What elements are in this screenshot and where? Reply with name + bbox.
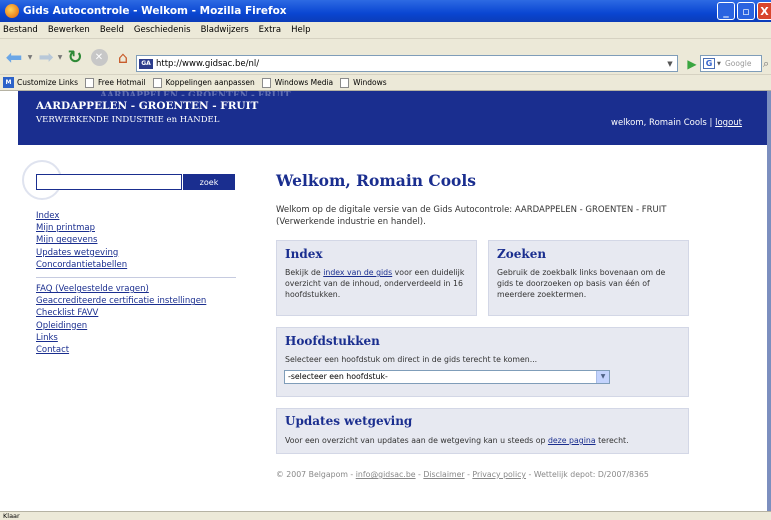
- site-title: AARDAPPELEN - GROENTEN - FRUIT: [36, 100, 259, 112]
- search-button[interactable]: zoek: [183, 174, 235, 190]
- sidebar-item-checklist[interactable]: Checklist FAVV: [36, 307, 256, 319]
- page-footer: © 2007 Belgapom - info@gidsac.be - Discl…: [276, 470, 649, 479]
- msn-icon: M: [3, 77, 14, 88]
- window-title: Gids Autocontrole - Welkom - Mozilla Fir…: [23, 5, 287, 17]
- forward-arrow-icon[interactable]: ➡: [36, 46, 56, 68]
- menu-bewerken[interactable]: Bewerken: [48, 25, 90, 35]
- index-panel-text: Bekijk de index van de gids voor een dui…: [285, 268, 465, 299]
- search-bar-placeholder: Google: [725, 59, 752, 68]
- welcome-user: welkom, Romain Cools | logout: [611, 118, 742, 128]
- address-dropdown-icon[interactable]: ▼: [663, 60, 677, 68]
- chapter-select[interactable]: -selecteer een hoofdstuk- ▼: [284, 370, 610, 384]
- site-subtitle: VERWERKENDE INDUSTRIE en HANDEL: [36, 115, 220, 125]
- bookmarks-toolbar: M Customize Links Free Hotmail Koppelinge…: [0, 75, 771, 91]
- sidebar-nav: Index Mijn printmap Mijn gegevens Update…: [36, 210, 256, 356]
- search-input[interactable]: [36, 174, 182, 190]
- back-arrow-icon[interactable]: ⬅: [2, 45, 26, 69]
- footer-email-link[interactable]: info@gidsac.be: [356, 470, 416, 479]
- navigation-toolbar: ⬅ ▼ ➡ ▼ ↻ ✕ ⌂ GA http://www.gidsac.be/nl…: [0, 39, 771, 75]
- window-titlebar: Gids Autocontrole - Welkom - Mozilla Fir…: [0, 0, 771, 22]
- address-url[interactable]: http://www.gidsac.be/nl/: [156, 59, 663, 69]
- bookmark-customize-links[interactable]: M Customize Links: [3, 77, 78, 88]
- menu-geschiedenis[interactable]: Geschiedenis: [134, 25, 191, 35]
- bookmark-windows[interactable]: Windows: [340, 77, 387, 88]
- reload-icon[interactable]: ↻: [64, 46, 86, 68]
- address-bar[interactable]: GA http://www.gidsac.be/nl/ ▼: [136, 55, 678, 72]
- status-bar: Klaar: [0, 511, 771, 520]
- index-panel: Index Bekijk de index van de gids voor e…: [276, 240, 477, 316]
- site-header: AARDAPPELEN - GROENTEN - FRUIT AARDAPPEL…: [18, 91, 767, 145]
- sidebar-item-printmap[interactable]: Mijn printmap: [36, 222, 256, 234]
- sidebar-item-updates[interactable]: Updates wetgeving: [36, 247, 256, 259]
- header-ghost-text: AARDAPPELEN - GROENTEN - FRUIT: [100, 91, 291, 96]
- sidebar-item-gegevens[interactable]: Mijn gegevens: [36, 234, 256, 246]
- updates-link[interactable]: deze pagina: [548, 436, 596, 445]
- hoofdstukken-panel-text: Selecteer een hoofdstuk om direct in de …: [285, 355, 538, 364]
- sidebar-item-contact[interactable]: Contact: [36, 344, 256, 356]
- hoofdstukken-panel: Hoofdstukken Selecteer een hoofdstuk om …: [276, 327, 689, 397]
- search-engine-dropdown-icon[interactable]: ▼: [717, 61, 723, 67]
- updates-panel-title: Updates wetgeving: [285, 414, 413, 428]
- home-icon[interactable]: ⌂: [112, 46, 134, 68]
- sidebar-item-index[interactable]: Index: [36, 210, 256, 222]
- page-icon: [261, 77, 271, 88]
- magnifier-icon[interactable]: ⌕: [763, 57, 769, 71]
- bookmark-koppelingen[interactable]: Koppelingen aanpassen: [152, 77, 255, 88]
- zoeken-panel: Zoeken Gebruik de zoekbalk links bovenaa…: [488, 240, 689, 316]
- hoofdstukken-panel-title: Hoofdstukken: [285, 334, 380, 348]
- page-icon: [152, 77, 162, 88]
- close-button[interactable]: X: [757, 2, 771, 20]
- maximize-button[interactable]: ▫: [737, 2, 755, 20]
- minimize-button[interactable]: _: [717, 2, 735, 20]
- menu-beeld[interactable]: Beeld: [100, 25, 124, 35]
- sidebar-item-faq[interactable]: FAQ (Veelgestelde vragen): [36, 283, 256, 295]
- menu-bladwijzers[interactable]: Bladwijzers: [201, 25, 249, 35]
- sidebar-item-certificatie[interactable]: Geaccrediteerde certificatie instellinge…: [36, 295, 256, 307]
- firefox-icon: [5, 4, 19, 18]
- menu-extra[interactable]: Extra: [259, 25, 281, 35]
- zoeken-panel-text: Gebruik de zoekbalk links bovenaan om de…: [497, 268, 666, 299]
- sidebar-divider: [36, 277, 236, 279]
- logout-link[interactable]: logout: [715, 118, 742, 128]
- page-title: Welkom, Romain Cools: [276, 171, 477, 190]
- sidebar-item-opleidingen[interactable]: Opleidingen: [36, 320, 256, 332]
- bookmark-windows-media[interactable]: Windows Media: [261, 77, 333, 88]
- go-arrow-icon[interactable]: ▶: [684, 55, 700, 72]
- footer-privacy-link[interactable]: Privacy policy: [472, 470, 526, 479]
- back-history-dropdown-icon[interactable]: ▼: [26, 46, 34, 68]
- forward-history-dropdown-icon[interactable]: ▼: [56, 46, 64, 68]
- menu-bestand[interactable]: Bestand: [3, 25, 38, 35]
- site-favicon-icon: GA: [139, 58, 153, 69]
- stop-icon[interactable]: ✕: [88, 46, 110, 68]
- bookmark-free-hotmail[interactable]: Free Hotmail: [85, 77, 146, 88]
- footer-disclaimer-link[interactable]: Disclaimer: [423, 470, 464, 479]
- updates-panel-text: Voor een overzicht van updates aan de we…: [285, 436, 629, 445]
- menu-bar: Bestand Bewerken Beeld Geschiedenis Blad…: [0, 22, 771, 39]
- chevron-down-icon[interactable]: ▼: [596, 371, 609, 383]
- page-icon: [340, 77, 350, 88]
- intro-text: Welkom op de digitale versie van de Gids…: [276, 205, 667, 227]
- search-bar[interactable]: G ▼ Google: [700, 55, 762, 72]
- sidebar-item-links[interactable]: Links: [36, 332, 256, 344]
- index-panel-title: Index: [285, 247, 323, 261]
- updates-panel: Updates wetgeving Voor een overzicht van…: [276, 408, 689, 454]
- sidebar-item-concordantie[interactable]: Concordantietabellen: [36, 259, 256, 271]
- page-right-border: [767, 91, 771, 511]
- index-link[interactable]: index van de gids: [323, 268, 392, 277]
- zoeken-panel-title: Zoeken: [497, 247, 547, 261]
- page-icon: [85, 77, 95, 88]
- menu-help[interactable]: Help: [291, 25, 310, 35]
- search-engine-icon[interactable]: G: [703, 58, 715, 69]
